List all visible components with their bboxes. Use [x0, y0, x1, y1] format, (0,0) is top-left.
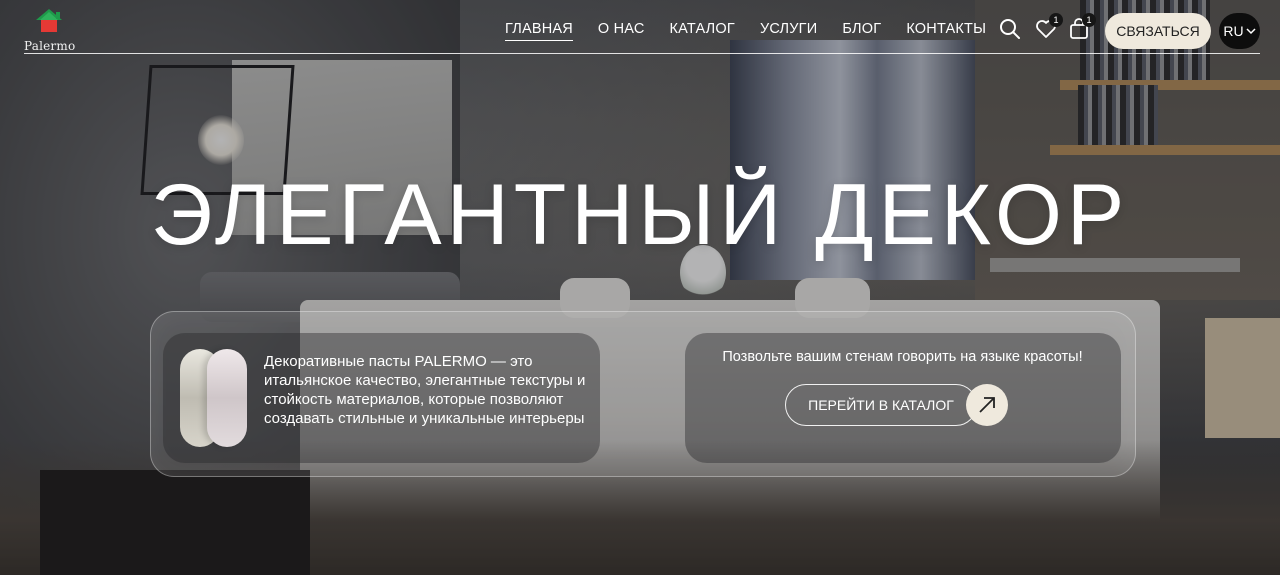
nav-item-about[interactable]: О НАС	[598, 21, 645, 41]
language-selector[interactable]: RU	[1219, 13, 1260, 49]
wishlist-button[interactable]: 1	[1033, 13, 1063, 42]
site-header: Palermo ГЛАВНАЯ О НАС КАТАЛОГ УСЛУГИ БЛО…	[0, 0, 1280, 54]
dark-overlay	[0, 0, 1280, 575]
search-button[interactable]	[997, 16, 1023, 42]
nav-item-home[interactable]: ГЛАВНАЯ	[505, 21, 573, 41]
contact-button[interactable]: СВЯЗАТЬСЯ	[1105, 13, 1211, 49]
wishlist-count-badge: 1	[1049, 13, 1063, 27]
header-divider	[24, 53, 1260, 54]
nav-item-blog[interactable]: БЛОГ	[842, 21, 881, 41]
chevron-down-icon	[1246, 28, 1256, 35]
logo[interactable]: Palermo	[24, 6, 84, 53]
main-nav: ГЛАВНАЯ О НАС КАТАЛОГ УСЛУГИ БЛОГ КОНТАК…	[505, 21, 986, 41]
language-label: RU	[1223, 23, 1244, 39]
nav-item-contacts[interactable]: КОНТАКТЫ	[906, 21, 986, 41]
cart-count-badge: 1	[1082, 13, 1096, 27]
hero-tagline: Позвольте вашим стенам говорить на языке…	[722, 349, 1083, 365]
cart-button[interactable]: 1	[1066, 13, 1096, 42]
nav-item-services[interactable]: УСЛУГИ	[760, 21, 817, 41]
arrow-up-right-icon	[979, 397, 995, 413]
texture-swatch	[207, 349, 247, 447]
search-icon	[1000, 19, 1020, 39]
house-logo-icon	[36, 9, 62, 32]
go-to-catalog-button[interactable]: ПЕРЕЙТИ В КАТАЛОГ	[785, 384, 977, 426]
nav-item-catalog[interactable]: КАТАЛОГ	[670, 21, 735, 41]
hero-background	[0, 0, 1280, 575]
go-to-catalog-arrow-button[interactable]	[966, 384, 1008, 426]
hero-title: ЭЛЕГАНТНЫЙ ДЕКОР	[150, 167, 1130, 263]
hero-description: Декоративные пасты PALERMO — это итальян…	[264, 353, 586, 427]
logo-text: Palermo	[24, 39, 76, 53]
